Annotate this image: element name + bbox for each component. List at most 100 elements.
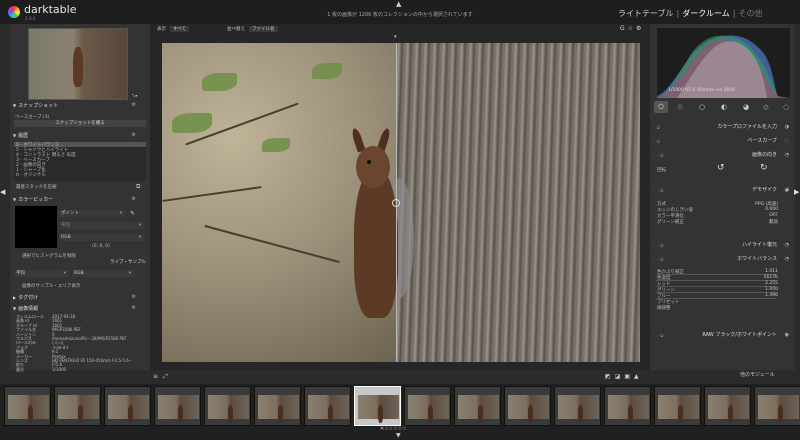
contrast-icon[interactable]: ◐ (717, 101, 731, 113)
display-select[interactable]: すべて (170, 26, 190, 32)
navigation-thumbnail[interactable] (28, 28, 128, 100)
star-icon[interactable]: ☆ (673, 101, 687, 113)
expand-icon[interactable]: ⤢ (163, 373, 173, 380)
picker-values: (0, 0, 0) (92, 244, 110, 249)
filmstrip-thumbnail[interactable] (204, 386, 251, 426)
color-picker-title: カラーピッカー (18, 197, 54, 203)
module-toggle-icon[interactable]: ◦ ◦ ⏻ (653, 151, 663, 160)
module-demosaic[interactable]: ◦ ◦ ⏻ デモザイク ◕ (653, 186, 791, 195)
filmstrip-thumbnail[interactable] (254, 386, 301, 426)
module-toggle-icon[interactable]: ◦ ◦ ⏻ (653, 331, 663, 340)
sample-statistic-select[interactable]: 平均 ▾ (14, 270, 69, 277)
filmstrip-thumbnail[interactable] (454, 386, 501, 426)
eyedropper-icon[interactable]: ✎ (130, 210, 135, 217)
thumbnail-subject (328, 405, 333, 423)
filmstrip-thumbnail[interactable] (654, 386, 701, 426)
gear-icon[interactable]: ⚙ (132, 101, 136, 110)
module-highlight-reconstruction[interactable]: ◦ ◦ ⏻ ハイライト復元 ◔ (653, 241, 791, 250)
show-sample-areas-checkbox[interactable]: 画像のサンプル・エリア表示 (22, 283, 80, 289)
thumbnail-image (208, 395, 249, 423)
thumbnail-subject (778, 405, 783, 423)
overexposed-icon[interactable]: ◪ (615, 373, 625, 380)
rating-stars-icon[interactable]: ✕☆☆☆☆☆ (380, 426, 407, 432)
module-name: RAW ブラック/ホワイトポイント (702, 332, 777, 338)
image-canvas[interactable] (162, 43, 640, 362)
filmstrip-thumbnail[interactable] (154, 386, 201, 426)
gear-icon[interactable]: ⚙ (132, 195, 136, 204)
module-orientation[interactable]: ◦ ◦ ⏻ 画像の向き ◔ (653, 151, 791, 160)
gear-icon[interactable]: ⚙ (132, 304, 136, 313)
right-panel-toggle-icon[interactable]: ▶ (794, 188, 799, 196)
gamut-check-icon[interactable]: ▲ (634, 373, 643, 380)
history-copy-icon[interactable]: ⧉ (136, 183, 140, 191)
filmstrip-thumbnail[interactable] (754, 386, 800, 426)
sort-select[interactable]: ファイル名 (249, 26, 278, 32)
filmstrip-thumbnail[interactable] (604, 386, 651, 426)
param-value[interactable]: 無効 (738, 219, 778, 225)
left-panel-toggle-icon[interactable]: ◀ (0, 188, 5, 196)
color-wheel-icon[interactable]: ◕ (739, 101, 753, 113)
circle-icon[interactable]: ○ (695, 101, 709, 113)
filmstrip-thumbnail[interactable] (4, 386, 51, 426)
module-name: デモザイク (752, 187, 777, 193)
top-panel-toggle-icon[interactable]: ▲ (396, 0, 401, 8)
section-snapshots[interactable]: ▼ スナップショット ⚙ (10, 101, 150, 110)
module-toggle-icon[interactable]: ◦ ⏻ (653, 137, 660, 146)
bottom-panel-toggle-icon[interactable]: ▼ (396, 432, 401, 439)
filmstrip-thumbnail[interactable] (404, 386, 451, 426)
gear-icon[interactable]: ⚙ (132, 131, 136, 140)
history-item[interactable]: 0 - オリジナル (16, 172, 46, 178)
grouping-icon[interactable]: G (620, 25, 628, 32)
module-white-balance[interactable]: ◦ ◦ ⏻ ホワイトバランス ◔ (653, 255, 791, 264)
section-color-picker[interactable]: ▼ カラーピッカー ⚙ (10, 195, 150, 204)
filmstrip-thumbnail[interactable] (304, 386, 351, 426)
rotate-cw-icon[interactable]: ↻ (760, 163, 768, 173)
gear-icon[interactable]: ⚙ (636, 25, 644, 32)
filmstrip-thumbnail[interactable] (554, 386, 601, 426)
picker-statistic-select[interactable]: 平均 ▾ (59, 222, 144, 229)
module-toggle-icon[interactable]: ◦ ◦ ⏻ (653, 186, 663, 195)
power-icon[interactable]: ⏻ (654, 101, 668, 113)
focus-peaking-icon[interactable]: ◩ (605, 373, 615, 380)
menu-icon[interactable]: ≡ (153, 373, 163, 380)
filmstrip-thumbnail[interactable] (54, 386, 101, 426)
module-toggle-icon[interactable]: ◦ ⏻ (653, 123, 660, 132)
zoom-icon[interactable]: ⤡▾ (132, 93, 137, 98)
chevron-down-icon: ▾ (63, 271, 66, 276)
section-tagging[interactable]: ▶ タグ付け ⚙ (10, 293, 150, 302)
module-toggle-icon[interactable]: ◦ ◦ ⏻ (653, 241, 663, 250)
gear-icon[interactable]: ⚙ (132, 293, 136, 302)
rotate-ccw-icon[interactable]: ↺ (717, 163, 725, 173)
picker-mode-select[interactable]: ポイント ▾ (59, 210, 125, 217)
effect-icon[interactable]: ◌ (779, 101, 793, 113)
center-bottom-right-icons: ◩◪▣▲ (605, 373, 643, 380)
split-rotate-handle-icon[interactable] (392, 199, 400, 207)
module-raw-black-white-point[interactable]: ◦ ◦ ⏻ RAW ブラック/ホワイトポイント ◉ (653, 331, 791, 340)
star-icon[interactable]: ☆ (628, 25, 636, 32)
filmstrip-thumbnail[interactable] (354, 386, 401, 426)
compress-history-button[interactable]: 履歴スタックを圧縮 (16, 184, 57, 190)
param-value[interactable]: 0.000 (738, 207, 778, 212)
sample-space-select[interactable]: RGB ▾ (72, 270, 134, 277)
picker-space-select[interactable]: RGB ▾ (59, 234, 144, 241)
view-darkroom[interactable]: ダークルーム (682, 9, 730, 18)
section-history[interactable]: ▼ 履歴 ⚙ (10, 131, 150, 140)
correct-icon[interactable]: ◇ (759, 101, 773, 113)
module-toggle-icon[interactable]: ◦ ◦ ⏻ (653, 255, 663, 264)
filmstrip-thumbnail[interactable] (504, 386, 551, 426)
take-snapshot-button[interactable]: スナップショットを撮る (14, 120, 146, 127)
thumbnail-image (58, 395, 99, 423)
view-other[interactable]: その他 (738, 9, 762, 18)
module-icon: ◑ (784, 124, 789, 130)
module-input-color-profile[interactable]: ◦ ⏻ カラープロファイルを入力 ◑ (653, 123, 791, 132)
filmstrip-thumbnail[interactable] (104, 386, 151, 426)
more-modules-button[interactable]: 他のモジュール (740, 371, 775, 378)
param-value[interactable]: OFF (738, 213, 778, 218)
restrict-histogram-checkbox[interactable]: 選択でヒストグラムを制限 (22, 253, 76, 259)
soft-proof-icon[interactable]: ▣ (624, 373, 634, 380)
filmstrip-thumbnail[interactable] (704, 386, 751, 426)
picker-statistic-value: 平均 (61, 223, 70, 228)
view-lighttable[interactable]: ライトテーブル (618, 9, 674, 18)
module-base-curve[interactable]: ◦ ⏻ ベースカーブ ◌ (653, 137, 791, 146)
section-image-info[interactable]: ▼ 画像情報 ⚙ (10, 304, 150, 313)
